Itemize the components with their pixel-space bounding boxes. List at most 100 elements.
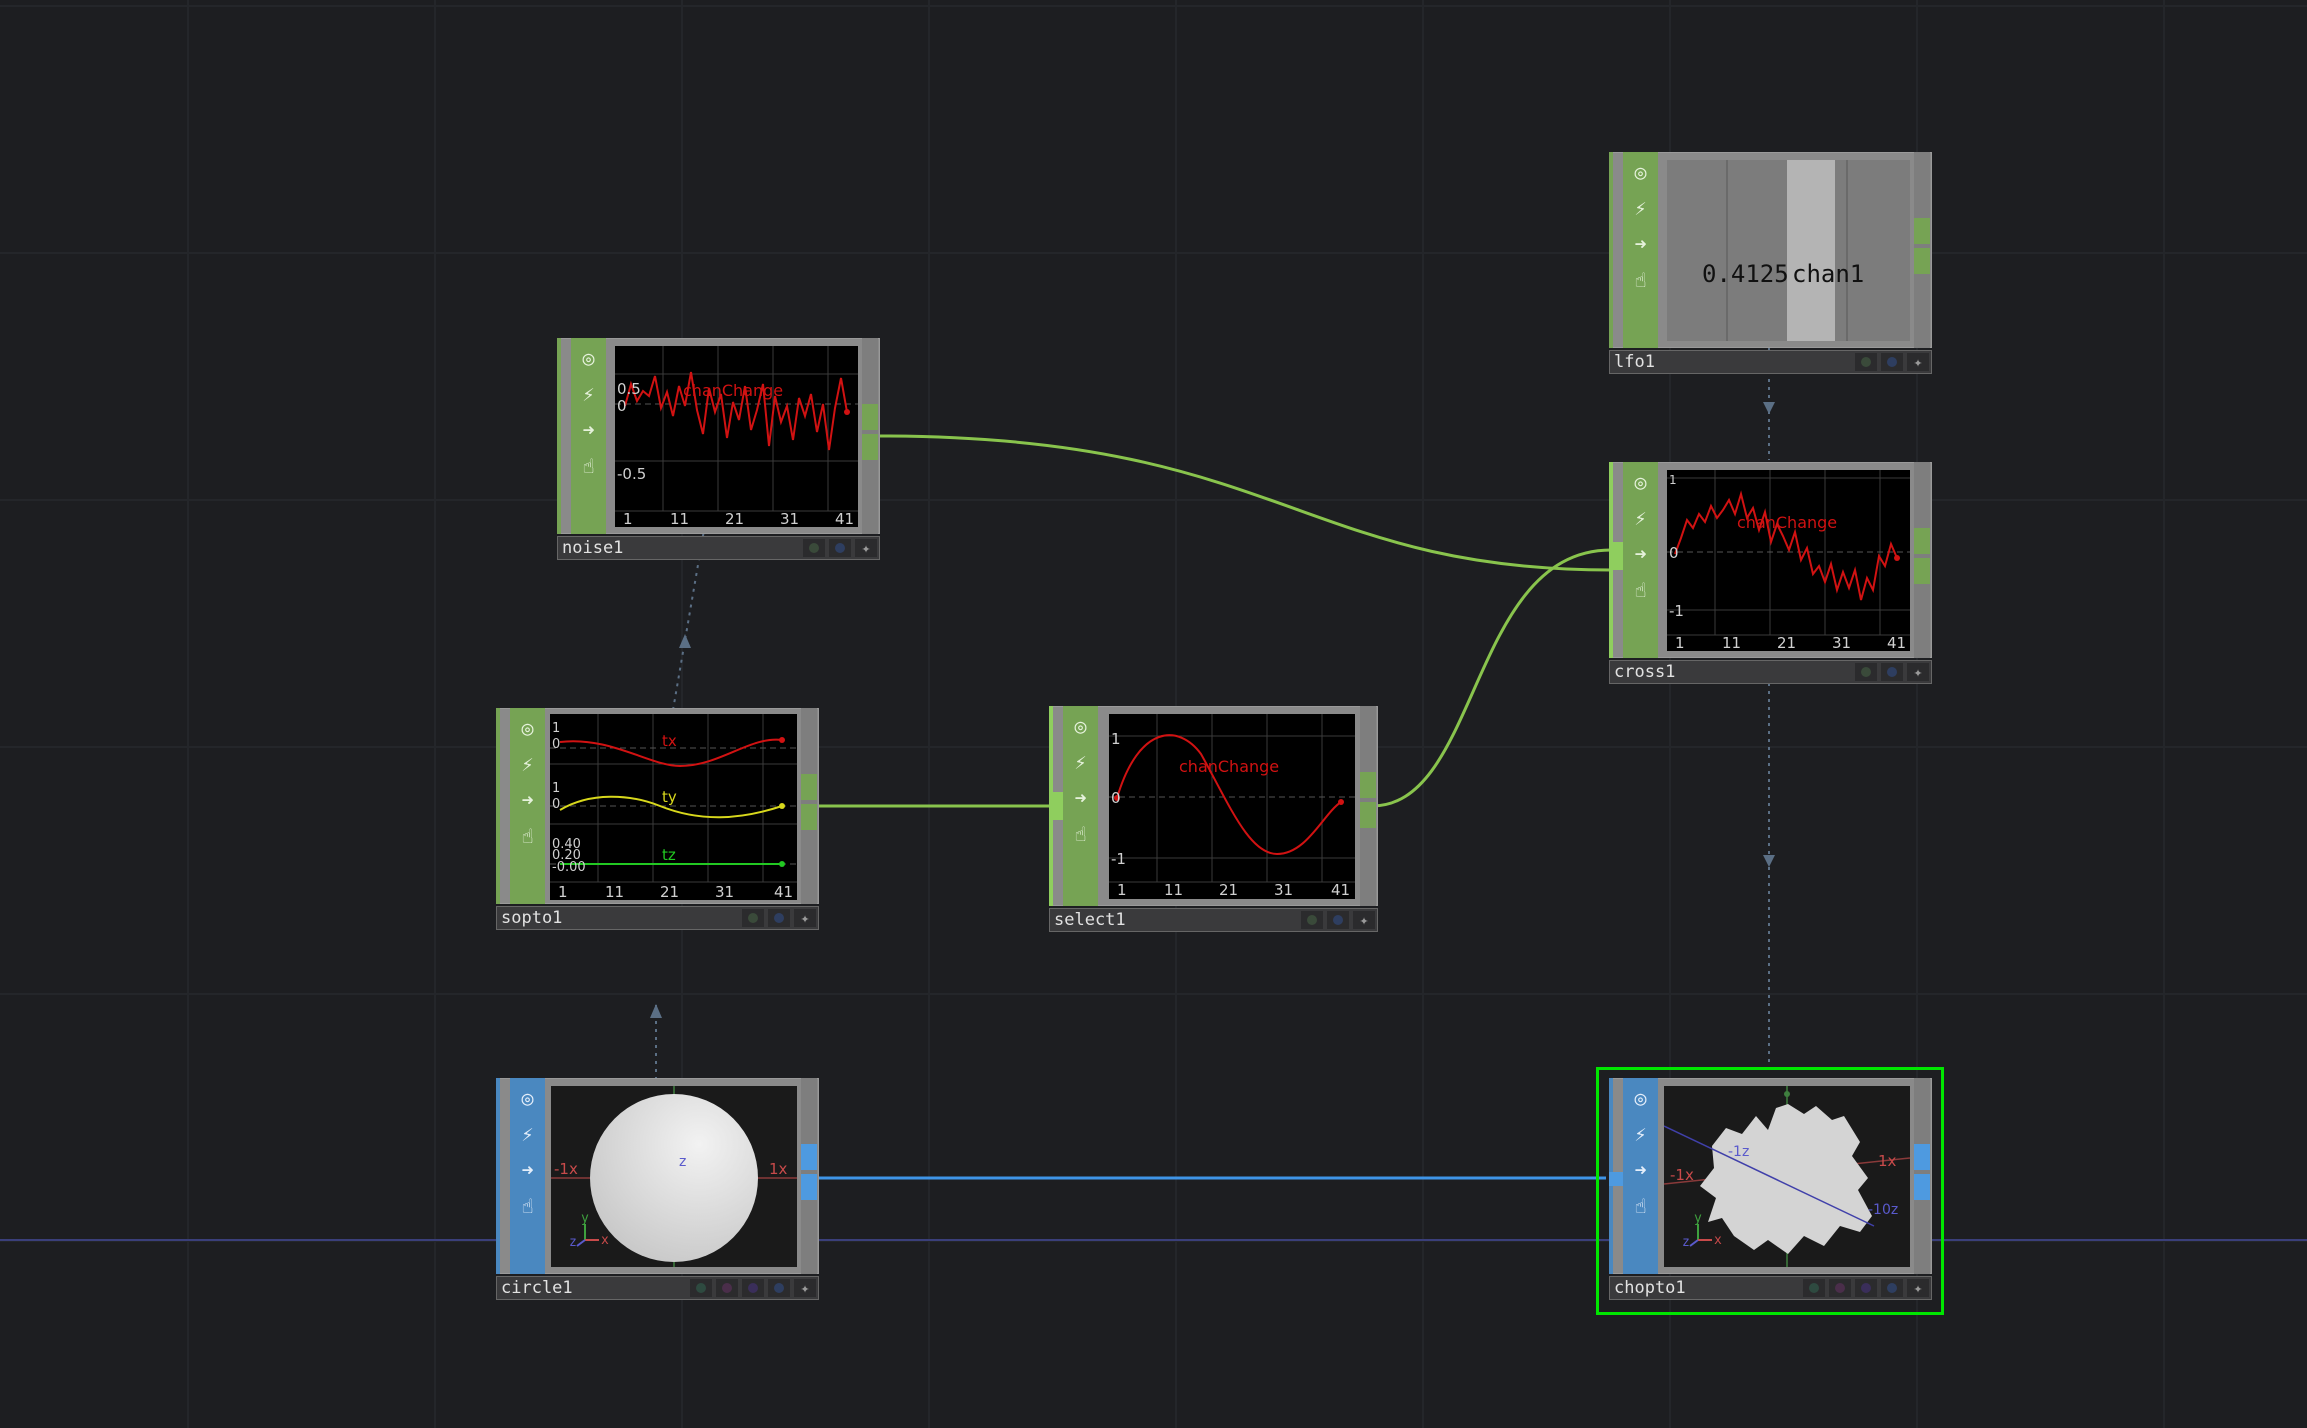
node-circle1[interactable]: ◎ ⚡ ➜ ☝ -1x 1x z y x z circle1 ✦ xyxy=(496,1078,819,1302)
node-name[interactable]: sopto1 xyxy=(501,908,562,928)
output-connector[interactable] xyxy=(1914,1144,1930,1170)
output-connector[interactable] xyxy=(801,1144,817,1170)
lock-icon[interactable]: ⚡ xyxy=(1623,501,1658,534)
display-flag-icon[interactable]: ☝ xyxy=(510,819,545,852)
bypass-icon[interactable]: ◎ xyxy=(510,1081,545,1114)
x-tick-label: 11 xyxy=(670,510,689,527)
render-flag-icon[interactable] xyxy=(742,1279,764,1297)
arrow-right-icon[interactable]: ➜ xyxy=(1623,227,1658,260)
cook-flag-icon[interactable] xyxy=(1855,353,1877,371)
output-connector[interactable] xyxy=(1360,802,1376,828)
lock-icon[interactable]: ⚡ xyxy=(1623,191,1658,224)
bypass-icon[interactable]: ◎ xyxy=(510,711,545,744)
lock-icon[interactable]: ⚡ xyxy=(1623,1117,1658,1150)
viewer-flag-icon[interactable]: ✦ xyxy=(855,539,877,557)
arrow-right-icon[interactable]: ➜ xyxy=(1623,1153,1658,1186)
template-flag-icon[interactable] xyxy=(690,1279,712,1297)
x-tick-label: 11 xyxy=(1164,881,1183,899)
bypass-icon[interactable]: ◎ xyxy=(1623,465,1658,498)
viewer-flag-icon[interactable]: ✦ xyxy=(1907,1279,1929,1297)
arrow-right-icon[interactable]: ➜ xyxy=(1623,537,1658,570)
arrow-right-icon[interactable]: ➜ xyxy=(510,1153,545,1186)
output-connector[interactable] xyxy=(801,804,817,830)
output-connector[interactable] xyxy=(862,434,878,460)
viewer-flag-icon[interactable]: ✦ xyxy=(1907,663,1929,681)
cook-flag-icon[interactable] xyxy=(742,909,764,927)
template-flag-icon[interactable] xyxy=(1803,1279,1825,1297)
input-connector[interactable] xyxy=(1609,1172,1623,1186)
node-name[interactable]: chopto1 xyxy=(1614,1278,1686,1298)
display-flag-icon[interactable]: ☝ xyxy=(1623,573,1658,606)
viewer-flag-icon[interactable]: ✦ xyxy=(1353,911,1375,929)
x-tick-label: 41 xyxy=(1331,881,1350,899)
axis-label: -10z xyxy=(1868,1202,1898,1218)
node-label-bar: select1 ✦ xyxy=(1049,908,1378,932)
node-noise1[interactable]: ◎ ⚡ ➜ ☝ chanChange 0.5 0 -0.5 1 11 21 31… xyxy=(557,338,880,562)
node-name[interactable]: noise1 xyxy=(562,538,623,558)
output-connector[interactable] xyxy=(1914,248,1930,274)
node-chopto1[interactable]: ◎ ⚡ ➜ ☝ -1x 1x -1z -10z y x z chopto1 ✦ xyxy=(1609,1078,1932,1302)
display-flag-icon[interactable]: ☝ xyxy=(510,1189,545,1222)
cook-flag-icon[interactable] xyxy=(803,539,825,557)
node-label-bar: lfo1 ✦ xyxy=(1609,350,1932,374)
arrow-right-icon[interactable]: ➜ xyxy=(1063,781,1098,814)
output-connector[interactable] xyxy=(1914,558,1930,584)
display-flag-icon[interactable]: ☝ xyxy=(571,449,606,482)
input-connector[interactable] xyxy=(1609,542,1623,570)
viewer-flag-icon[interactable]: ✦ xyxy=(794,1279,816,1297)
display-flag-icon[interactable] xyxy=(768,909,790,927)
node-lfo1[interactable]: ◎ ⚡ ➜ ☝ 0.4125 chan1 lfo1 ✦ xyxy=(1609,152,1932,376)
display-flag-icon[interactable] xyxy=(1327,911,1349,929)
node-name[interactable]: circle1 xyxy=(501,1278,573,1298)
node-sopto1[interactable]: ◎ ⚡ ➜ ☝ tx ty tz 1 0 1 0 0.40 0.20 -0.00… xyxy=(496,708,819,932)
lock-icon[interactable]: ⚡ xyxy=(1063,745,1098,778)
y-tick-label: 0 xyxy=(1111,789,1121,807)
channel-value: 0.4125 xyxy=(1702,260,1789,288)
channel-name: chan1 xyxy=(1792,260,1864,288)
bypass-icon[interactable]: ◎ xyxy=(1623,1081,1658,1114)
output-connector[interactable] xyxy=(1914,218,1930,244)
wire-noise1-cross1[interactable] xyxy=(879,434,1612,572)
cook-flag-icon[interactable] xyxy=(1301,911,1323,929)
output-connector[interactable] xyxy=(801,1174,817,1200)
output-connector[interactable] xyxy=(1360,772,1376,798)
node-cross1[interactable]: ◎ ⚡ ➜ ☝ chanChange 1 0 -1 1 11 21 31 41 … xyxy=(1609,462,1932,686)
svg-text:z: z xyxy=(569,1235,577,1250)
input-connector[interactable] xyxy=(1049,792,1063,820)
viewer-flag-icon[interactable]: ✦ xyxy=(794,909,816,927)
arrow-right-icon[interactable]: ➜ xyxy=(510,783,545,816)
lock-icon[interactable]: ⚡ xyxy=(510,1117,545,1150)
axis-label: -1x xyxy=(554,1160,578,1178)
display-flag-icon[interactable]: ☝ xyxy=(1063,817,1098,850)
wire-select1-cross1[interactable] xyxy=(1371,548,1612,808)
bypass-icon[interactable]: ◎ xyxy=(571,341,606,374)
display-flag-icon[interactable] xyxy=(829,539,851,557)
node-name[interactable]: lfo1 xyxy=(1614,352,1655,372)
export-arrow-icon xyxy=(679,634,691,648)
bypass-icon[interactable]: ◎ xyxy=(1063,709,1098,742)
bypass-flag-icon[interactable] xyxy=(1829,1279,1851,1297)
render-flag-icon[interactable] xyxy=(1855,1279,1877,1297)
output-connector[interactable] xyxy=(1914,528,1930,554)
display-flag-icon[interactable] xyxy=(1881,1279,1903,1297)
display-flag-icon[interactable] xyxy=(1881,353,1903,371)
export-arrow-icon xyxy=(1763,402,1775,414)
viewer-flag-icon[interactable]: ✦ xyxy=(1907,353,1929,371)
node-name[interactable]: cross1 xyxy=(1614,662,1675,682)
node-label-bar: cross1 ✦ xyxy=(1609,660,1932,684)
bypass-icon[interactable]: ◎ xyxy=(1623,155,1658,188)
bypass-flag-icon[interactable] xyxy=(716,1279,738,1297)
lock-icon[interactable]: ⚡ xyxy=(510,747,545,780)
display-flag-icon[interactable] xyxy=(1881,663,1903,681)
display-flag-icon[interactable]: ☝ xyxy=(1623,1189,1658,1222)
output-connector[interactable] xyxy=(862,404,878,430)
arrow-right-icon[interactable]: ➜ xyxy=(571,413,606,446)
display-flag-icon[interactable] xyxy=(768,1279,790,1297)
cook-flag-icon[interactable] xyxy=(1855,663,1877,681)
output-connector[interactable] xyxy=(801,774,817,800)
display-flag-icon[interactable]: ☝ xyxy=(1623,263,1658,296)
output-connector[interactable] xyxy=(1914,1174,1930,1200)
lock-icon[interactable]: ⚡ xyxy=(571,377,606,410)
node-name[interactable]: select1 xyxy=(1054,910,1126,930)
node-select1[interactable]: ◎ ⚡ ➜ ☝ chanChange 1 0 -1 1 11 21 31 41 … xyxy=(1049,706,1378,934)
